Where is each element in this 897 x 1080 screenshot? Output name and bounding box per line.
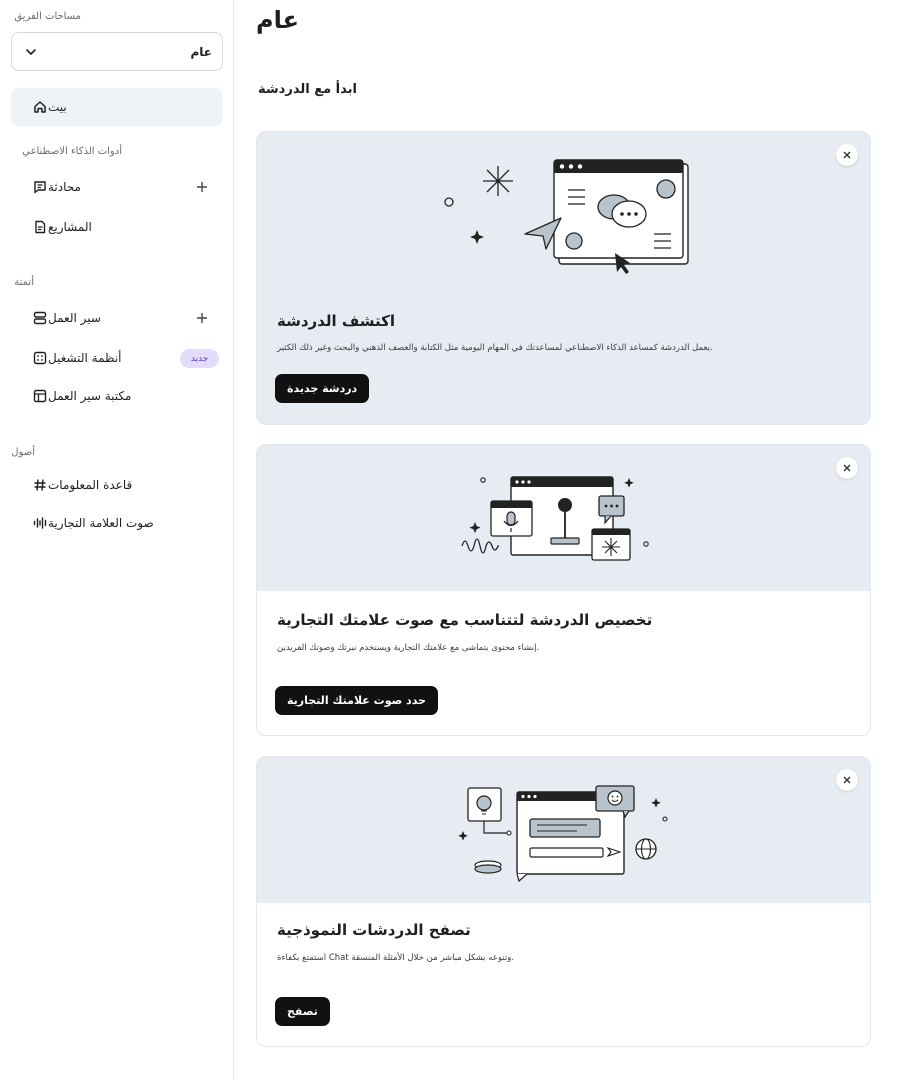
sidebar: مساحات الفريق عام بيت أدوات الذكاء الاصط… xyxy=(0,0,234,1080)
sidebar-item-chat-label: محادثة xyxy=(48,180,81,194)
sidebar-item-workflows-label: سير العمل xyxy=(48,311,101,325)
sidebar-item-workflow-library[interactable]: مكتبة سير العمل xyxy=(22,383,131,409)
card-title: اكتشف الدردشة xyxy=(277,312,395,330)
sidebar-item-workflow-library-label: مكتبة سير العمل xyxy=(48,389,132,403)
sidebar-home-row[interactable]: بيت xyxy=(22,94,67,120)
workspace-value: عام xyxy=(190,44,213,59)
library-icon xyxy=(32,388,48,404)
add-workflow-plus-icon[interactable] xyxy=(195,311,209,325)
browse-chats-card: تصفح الدردشات النموذجية .وتنوعه بشكل مبا… xyxy=(256,756,871,1047)
card-description: .يعمل الدردشة كمساعد الذكاء الاصطناعي لم… xyxy=(277,343,713,353)
home-icon xyxy=(32,99,48,115)
chevron-down-icon xyxy=(26,48,36,55)
assets-section-label: أصول xyxy=(11,447,35,458)
add-chat-plus-icon[interactable] xyxy=(195,180,209,194)
sidebar-item-os[interactable]: أنظمة التشغيل xyxy=(22,345,122,371)
sidebar-item-knowledge-base[interactable]: قاعدة المعلومات xyxy=(22,472,132,498)
main-content: عام ابدأ مع الدردشة اكتشف الدردشة .يعمل … xyxy=(234,0,897,1080)
browse-button[interactable]: تصفح xyxy=(275,997,330,1026)
close-card-button[interactable] xyxy=(836,769,858,791)
sidebar-item-projects-label: المشاريع xyxy=(48,220,92,234)
sidebar-item-knowledge-base-label: قاعدة المعلومات xyxy=(48,478,133,492)
card-description: .وتنوعه بشكل مباشر من خلال الأمثلة المنس… xyxy=(277,953,515,963)
sidebar-item-projects[interactable]: المشاريع xyxy=(22,214,92,240)
new-chat-button[interactable]: دردشة جديدة xyxy=(275,374,370,403)
microphone-illustration xyxy=(461,476,649,561)
sidebar-item-chat[interactable]: محادثة xyxy=(22,174,81,200)
card-description: .إنشاء محتوى يتماشى مع علامتك التجارية و… xyxy=(277,643,540,653)
discover-chat-card: اكتشف الدردشة .يعمل الدردشة كمساعد الذكا… xyxy=(256,131,871,425)
chat-examples-illustration xyxy=(458,785,668,883)
page-title: عام xyxy=(256,6,299,34)
section-heading: ابدأ مع الدردشة xyxy=(258,82,357,97)
soundwave-icon xyxy=(32,515,48,531)
close-card-button[interactable] xyxy=(836,144,858,166)
automation-section-label: أتمتة xyxy=(14,277,34,288)
sidebar-item-workflows[interactable]: سير العمل xyxy=(22,305,101,331)
close-card-button[interactable] xyxy=(836,457,858,479)
ai-tools-section-label: أدوات الذكاء الاصطناعي xyxy=(22,146,122,157)
close-icon xyxy=(843,464,851,472)
brand-voice-illustration xyxy=(257,445,870,591)
os-icon xyxy=(32,350,48,366)
set-brand-voice-button[interactable]: حدد صوت علامتك التجارية xyxy=(275,686,438,715)
workspaces-label: مساحات الفريق xyxy=(14,11,81,22)
sidebar-item-os-label: أنظمة التشغيل xyxy=(48,351,122,365)
workflow-icon xyxy=(32,310,48,326)
sidebar-item-brand-voice-label: صوت العلامة التجارية xyxy=(48,516,154,530)
chat-icon xyxy=(32,179,48,195)
chat-window-illustration xyxy=(444,159,689,274)
close-icon xyxy=(843,776,851,784)
close-icon xyxy=(843,151,851,159)
workspace-select[interactable]: عام xyxy=(11,32,223,71)
sidebar-item-brand-voice[interactable]: صوت العلامة التجارية xyxy=(22,510,154,536)
card-title: تخصيص الدردشة لتتناسب مع صوت علامتك التج… xyxy=(277,611,653,629)
document-icon xyxy=(32,219,48,235)
brand-voice-card: تخصيص الدردشة لتتناسب مع صوت علامتك التج… xyxy=(256,444,871,736)
card-title: تصفح الدردشات النموذجية xyxy=(277,921,471,939)
hash-icon xyxy=(32,477,48,493)
new-badge: جديد xyxy=(180,349,219,368)
sidebar-item-home-label: بيت xyxy=(48,100,67,114)
browse-chats-illustration xyxy=(257,757,870,903)
